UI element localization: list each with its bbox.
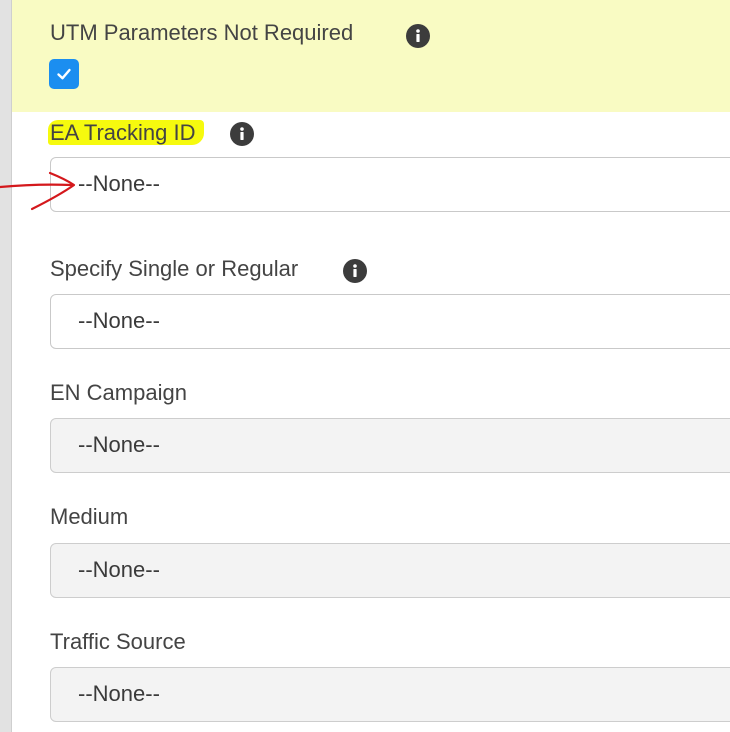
utm-not-required-checkbox[interactable] bbox=[49, 59, 79, 89]
utm-not-required-label: UTM Parameters Not Required bbox=[50, 20, 354, 45]
info-glyph bbox=[353, 264, 357, 277]
ea-tracking-id-label: EA Tracking ID bbox=[48, 120, 204, 146]
en-campaign-select: --None-- bbox=[50, 418, 730, 473]
medium-label: Medium bbox=[50, 504, 129, 529]
medium-value: --None-- bbox=[78, 557, 160, 582]
specify-single-regular-value: --None-- bbox=[78, 308, 160, 333]
ea-tracking-id-value: --None-- bbox=[78, 171, 160, 196]
ea-tracking-id-label-text: EA Tracking ID bbox=[48, 120, 204, 145]
traffic-source-select: --None-- bbox=[50, 667, 730, 722]
traffic-source-label: Traffic Source bbox=[50, 629, 186, 654]
highlight-band bbox=[12, 0, 730, 112]
info-glyph bbox=[416, 29, 420, 42]
specify-single-regular-select[interactable]: --None-- bbox=[50, 294, 730, 349]
info-icon[interactable] bbox=[230, 122, 254, 146]
checkmark-icon bbox=[57, 68, 71, 80]
traffic-source-value: --None-- bbox=[78, 681, 160, 706]
specify-single-regular-label: Specify Single or Regular bbox=[50, 256, 299, 281]
info-icon[interactable] bbox=[406, 24, 430, 48]
info-icon[interactable] bbox=[343, 259, 367, 283]
medium-select: --None-- bbox=[50, 543, 730, 598]
ea-tracking-id-select[interactable]: --None-- bbox=[50, 157, 730, 212]
left-rail bbox=[0, 0, 11, 732]
en-campaign-value: --None-- bbox=[78, 432, 160, 457]
info-glyph bbox=[240, 127, 244, 140]
en-campaign-label: EN Campaign bbox=[50, 380, 187, 405]
hand-drawn-arrow-icon bbox=[0, 171, 76, 211]
